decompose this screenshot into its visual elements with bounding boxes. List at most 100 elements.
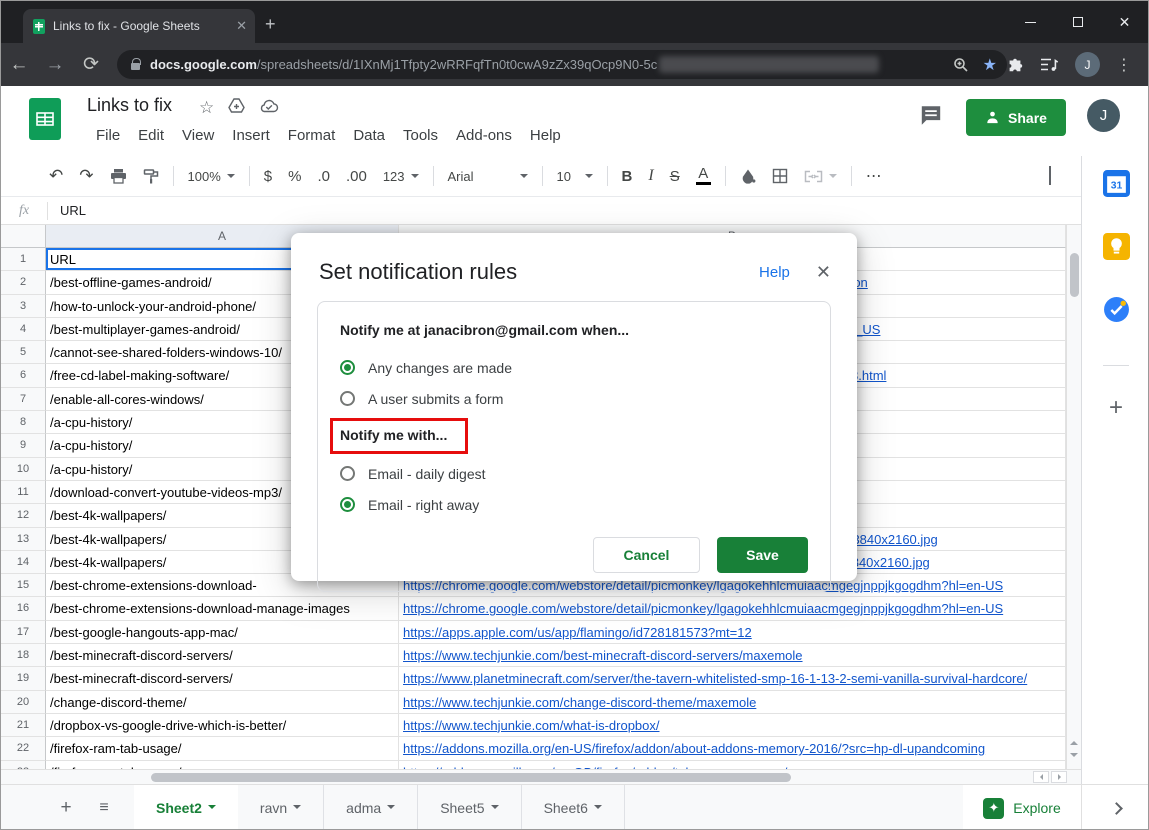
document-title[interactable]: Links to fix [87, 95, 172, 116]
option-form-submit[interactable]: A user submits a form [340, 383, 808, 414]
formula-bar[interactable]: fx URL [1, 196, 1081, 225]
option-right-away[interactable]: Email - right away [340, 489, 808, 520]
bookmark-star-icon[interactable]: ★ [983, 55, 997, 75]
help-link[interactable]: Help [759, 264, 790, 281]
fill-color-button[interactable] [732, 164, 764, 188]
radio-unselected-icon[interactable] [340, 391, 355, 406]
menu-item[interactable]: Edit [129, 127, 173, 144]
row-number[interactable]: 21 [1, 714, 46, 737]
row-number[interactable]: 10 [1, 458, 46, 481]
table-row[interactable]: 21 /dropbox-vs-google-drive-which-is-bet… [1, 714, 1066, 737]
option-any-changes[interactable]: Any changes are made [340, 352, 808, 383]
add-sheet-button[interactable]: + [49, 785, 83, 830]
row-number[interactable]: 12 [1, 504, 46, 527]
print-icon[interactable] [102, 164, 135, 188]
calendar-icon[interactable]: 31 [1103, 170, 1130, 197]
row-number[interactable]: 15 [1, 574, 46, 597]
row-number[interactable]: 1 [1, 248, 46, 271]
new-tab-button[interactable]: + [265, 15, 276, 33]
radio-selected-icon[interactable] [340, 360, 355, 375]
cell-a[interactable]: /dropbox-vs-google-drive-which-is-better… [46, 714, 399, 737]
scroll-down-icon[interactable] [1070, 753, 1078, 761]
cell-b[interactable]: https://www.techjunkie.com/best-minecraf… [399, 644, 1066, 667]
row-number[interactable]: 17 [1, 621, 46, 644]
undo-icon[interactable]: ↶ [41, 164, 71, 188]
redo-icon[interactable]: ↷ [71, 164, 101, 188]
table-row[interactable]: 20 /change-discord-theme/ https://www.te… [1, 691, 1066, 714]
back-button[interactable]: ← [1, 54, 37, 76]
table-row[interactable]: 18 /best-minecraft-discord-servers/ http… [1, 644, 1066, 667]
formula-value[interactable]: URL [48, 203, 86, 218]
close-window-button[interactable]: ✕ [1101, 1, 1148, 43]
radio-selected-icon[interactable] [340, 497, 355, 512]
sheet-tab[interactable]: Sheet2 [134, 785, 238, 830]
cell-a[interactable]: /best-google-hangouts-app-mac/ [46, 621, 399, 644]
radio-unselected-icon[interactable] [340, 466, 355, 481]
add-addon-button[interactable]: + [1109, 394, 1123, 422]
maximize-button[interactable] [1054, 1, 1101, 43]
cell-b[interactable]: https://www.techjunkie.com/what-is-dropb… [399, 714, 1066, 737]
move-to-drive-icon[interactable] [228, 98, 245, 118]
menu-item[interactable]: File [87, 127, 129, 144]
cancel-button[interactable]: Cancel [593, 537, 700, 573]
row-number[interactable]: 7 [1, 388, 46, 411]
cell-a[interactable]: /change-discord-theme/ [46, 691, 399, 714]
row-number[interactable]: 9 [1, 434, 46, 457]
horizontal-scrollbar-thumb[interactable] [151, 773, 791, 782]
format-percent-button[interactable]: % [280, 164, 309, 188]
row-number[interactable]: 13 [1, 528, 46, 551]
cell-b[interactable]: https://addons.mozilla.org/en-US/firefox… [399, 737, 1066, 760]
save-button[interactable]: Save [717, 537, 808, 573]
scroll-up-icon[interactable] [1070, 737, 1078, 745]
zoom-select[interactable]: 100% [180, 164, 243, 188]
table-row[interactable]: 22 /firefox-ram-tab-usage/ https://addon… [1, 737, 1066, 760]
decrease-decimals-button[interactable]: .0 [309, 164, 338, 188]
keep-icon[interactable] [1103, 233, 1130, 260]
minimize-button[interactable] [1007, 1, 1054, 43]
table-row[interactable]: 19 /best-minecraft-discord-servers/ http… [1, 667, 1066, 690]
sheet-tab[interactable]: adma [324, 785, 418, 830]
close-dialog-icon[interactable]: ✕ [816, 262, 831, 283]
option-daily-digest[interactable]: Email - daily digest [340, 458, 808, 489]
all-sheets-button[interactable]: ≡ [87, 785, 121, 830]
sheet-tab-menu-icon[interactable] [594, 805, 602, 813]
row-number[interactable]: 11 [1, 481, 46, 504]
row-number[interactable]: 3 [1, 295, 46, 318]
row-number[interactable]: 19 [1, 667, 46, 690]
vertical-scrollbar-thumb[interactable] [1070, 253, 1079, 297]
cell-b[interactable]: https://www.planetminecraft.com/server/t… [399, 667, 1066, 690]
horizontal-scrollbar[interactable] [1, 769, 1081, 784]
url-text[interactable]: docs.google.com/spreadsheets/d/1IXnMj1Tf… [150, 57, 657, 72]
side-panel-collapse-button[interactable] [1081, 785, 1149, 830]
sheet-tab-menu-icon[interactable] [387, 805, 395, 813]
tasks-icon[interactable] [1103, 296, 1130, 323]
row-number[interactable]: 2 [1, 271, 46, 294]
cell-b[interactable]: https://chrome.google.com/webstore/detai… [399, 597, 1066, 620]
text-color-button[interactable]: A [688, 164, 719, 188]
menu-item[interactable]: Tools [394, 127, 447, 144]
paint-format-icon[interactable] [135, 164, 167, 188]
font-size-select[interactable]: 10 [549, 164, 601, 188]
media-controls-icon[interactable] [1040, 57, 1059, 72]
sheet-tab[interactable]: Sheet6 [522, 785, 625, 830]
menu-item[interactable]: Data [344, 127, 394, 144]
sheet-tab-menu-icon[interactable] [208, 805, 216, 813]
menu-item[interactable]: Format [279, 127, 345, 144]
sheet-tab-menu-icon[interactable] [293, 805, 301, 813]
borders-button[interactable] [764, 164, 796, 188]
scroll-right-button[interactable] [1051, 771, 1067, 783]
bold-button[interactable]: B [614, 164, 641, 188]
sheets-logo-icon[interactable] [29, 98, 61, 140]
zoom-page-icon[interactable] [953, 57, 969, 73]
collapse-toolbar-button[interactable] [1049, 168, 1051, 186]
row-number[interactable]: 22 [1, 737, 46, 760]
more-formats-button[interactable]: 123 [375, 164, 427, 188]
menu-item[interactable]: Insert [223, 127, 279, 144]
row-number[interactable]: 6 [1, 364, 46, 387]
cell-a[interactable]: /firefox-ram-tab-usage/ [46, 737, 399, 760]
row-number[interactable]: 5 [1, 341, 46, 364]
menu-item[interactable]: Add-ons [447, 127, 521, 144]
reload-button[interactable]: ⟳ [73, 53, 109, 76]
menu-item[interactable]: Help [521, 127, 570, 144]
account-avatar[interactable]: J [1087, 99, 1120, 132]
